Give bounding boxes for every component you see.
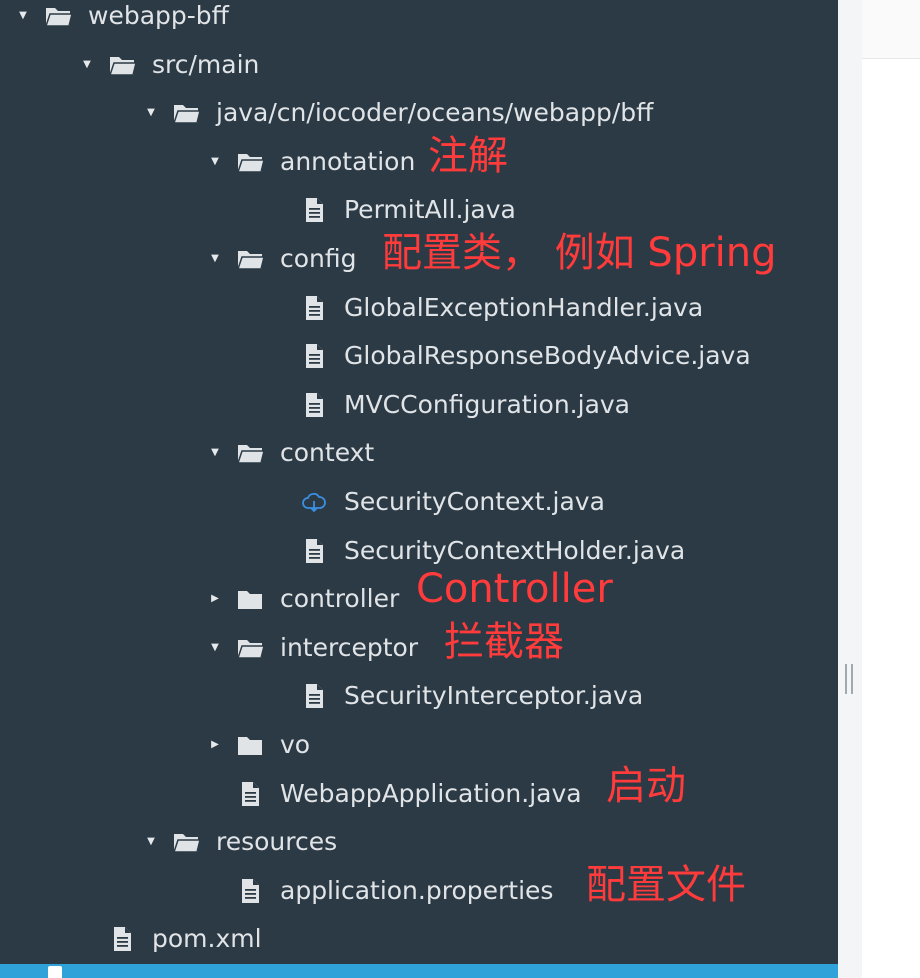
file-icon — [108, 925, 136, 953]
tree-label-resources: resources — [216, 827, 338, 857]
file-icon — [236, 877, 264, 905]
chevron-down-icon[interactable]: ▼ — [208, 433, 222, 473]
tree-label-security-interceptor: SecurityInterceptor.java — [344, 681, 644, 711]
tree-row-global-response-body-advice[interactable]: GlobalResponseBodyAdvice.java — [0, 336, 838, 376]
splitter-handle[interactable] — [845, 664, 853, 694]
tree-row-global-exception-handler[interactable]: GlobalExceptionHandler.java — [0, 288, 838, 328]
tree-row-webapp-bff[interactable]: ▼ webapp-bff — [0, 0, 838, 36]
chevron-right-icon[interactable]: ▶ — [208, 725, 222, 765]
chevron-down-icon[interactable]: ▼ — [80, 45, 94, 85]
tree-label-src-main: src/main — [152, 49, 260, 79]
annotation-application-properties: 配置文件 — [586, 861, 746, 908]
file-icon — [300, 391, 328, 419]
tree-label-webapp-application: WebappApplication.java — [280, 778, 582, 808]
folder-open-icon — [236, 148, 265, 176]
file-icon — [300, 294, 328, 322]
folder-open-icon — [172, 828, 201, 856]
file-icon — [300, 682, 328, 710]
tree-label-config: config — [280, 244, 357, 273]
folder-icon — [236, 585, 264, 613]
tree-label-annotation: annotation — [280, 146, 416, 176]
cloud-download-icon — [300, 488, 328, 516]
file-icon — [48, 966, 62, 978]
tree-label-global-exception-handler: GlobalExceptionHandler.java — [344, 292, 704, 322]
tree-row-webapp-application[interactable]: WebappApplication.java — [0, 774, 838, 814]
chevron-down-icon[interactable]: ▼ — [144, 822, 158, 862]
project-file-tree: ▼ webapp-bff ▼ src/main ▼ java/cn/iocoder/oce… — [0, 0, 838, 978]
tree-row-interceptor[interactable]: ▼ interceptor — [0, 628, 838, 668]
tree-row-security-interceptor[interactable]: SecurityInterceptor.java — [0, 676, 838, 716]
chevron-down-icon[interactable]: ▼ — [208, 239, 222, 279]
chevron-right-icon[interactable]: ▶ — [208, 579, 222, 619]
tree-label-webapp-bff: webapp-bff — [88, 1, 229, 30]
tree-label-context: context — [280, 438, 375, 468]
folder-icon — [236, 731, 264, 759]
splitter-gutter[interactable] — [838, 0, 862, 978]
tree-label-security-context: SecurityContext.java — [344, 487, 605, 516]
file-icon — [300, 342, 328, 370]
tree-label-application-properties: application.properties — [280, 875, 554, 905]
file-icon — [236, 780, 264, 808]
tree-row-annotation[interactable]: ▼ annotation — [0, 142, 838, 182]
tree-label-mvc-configuration: MVCConfiguration.java — [344, 389, 630, 419]
tree-label-global-response-body-advice: GlobalResponseBodyAdvice.java — [344, 341, 751, 371]
chevron-down-icon[interactable]: ▼ — [16, 0, 30, 36]
selected-row-partial[interactable] — [0, 964, 838, 978]
file-icon — [300, 196, 328, 224]
tree-row-vo[interactable]: ▶ vo — [0, 725, 838, 765]
editor-header — [862, 0, 920, 59]
folder-open-icon — [236, 634, 265, 662]
tree-label-pom-xml: pom.xml — [152, 924, 262, 954]
chevron-down-icon[interactable]: ▼ — [208, 142, 222, 182]
folder-open-icon — [108, 51, 137, 79]
chevron-down-icon[interactable]: ▼ — [208, 628, 222, 668]
tree-label-vo: vo — [280, 730, 311, 759]
chevron-down-icon[interactable]: ▼ — [144, 93, 158, 133]
annotation-webapp-application: 启动 — [606, 762, 686, 809]
tree-row-mvc-configuration[interactable]: MVCConfiguration.java — [0, 385, 838, 425]
tree-row-src-main[interactable]: ▼ src/main — [0, 45, 838, 85]
file-icon — [300, 537, 328, 565]
annotation-interceptor: 拦截器 — [444, 618, 564, 665]
tree-row-pom-xml[interactable]: pom.xml — [0, 919, 838, 959]
folder-open-icon — [236, 439, 265, 467]
folder-open-icon — [172, 99, 201, 127]
tree-row-java-package[interactable]: ▼ java/cn/iocoder/oceans/webapp/bff — [0, 93, 838, 133]
folder-open-icon — [236, 245, 265, 273]
tree-row-context[interactable]: ▼ context — [0, 433, 838, 473]
folder-open-icon — [44, 2, 73, 30]
tree-label-interceptor: interceptor — [280, 632, 419, 662]
tree-label-controller: controller — [280, 584, 400, 614]
annotation-config: 配置类， 例如 Spring — [382, 230, 777, 276]
annotation-annotation: 注解 — [428, 132, 508, 179]
tree-row-security-context[interactable]: SecurityContext.java — [0, 482, 838, 522]
editor-pane — [862, 0, 920, 978]
